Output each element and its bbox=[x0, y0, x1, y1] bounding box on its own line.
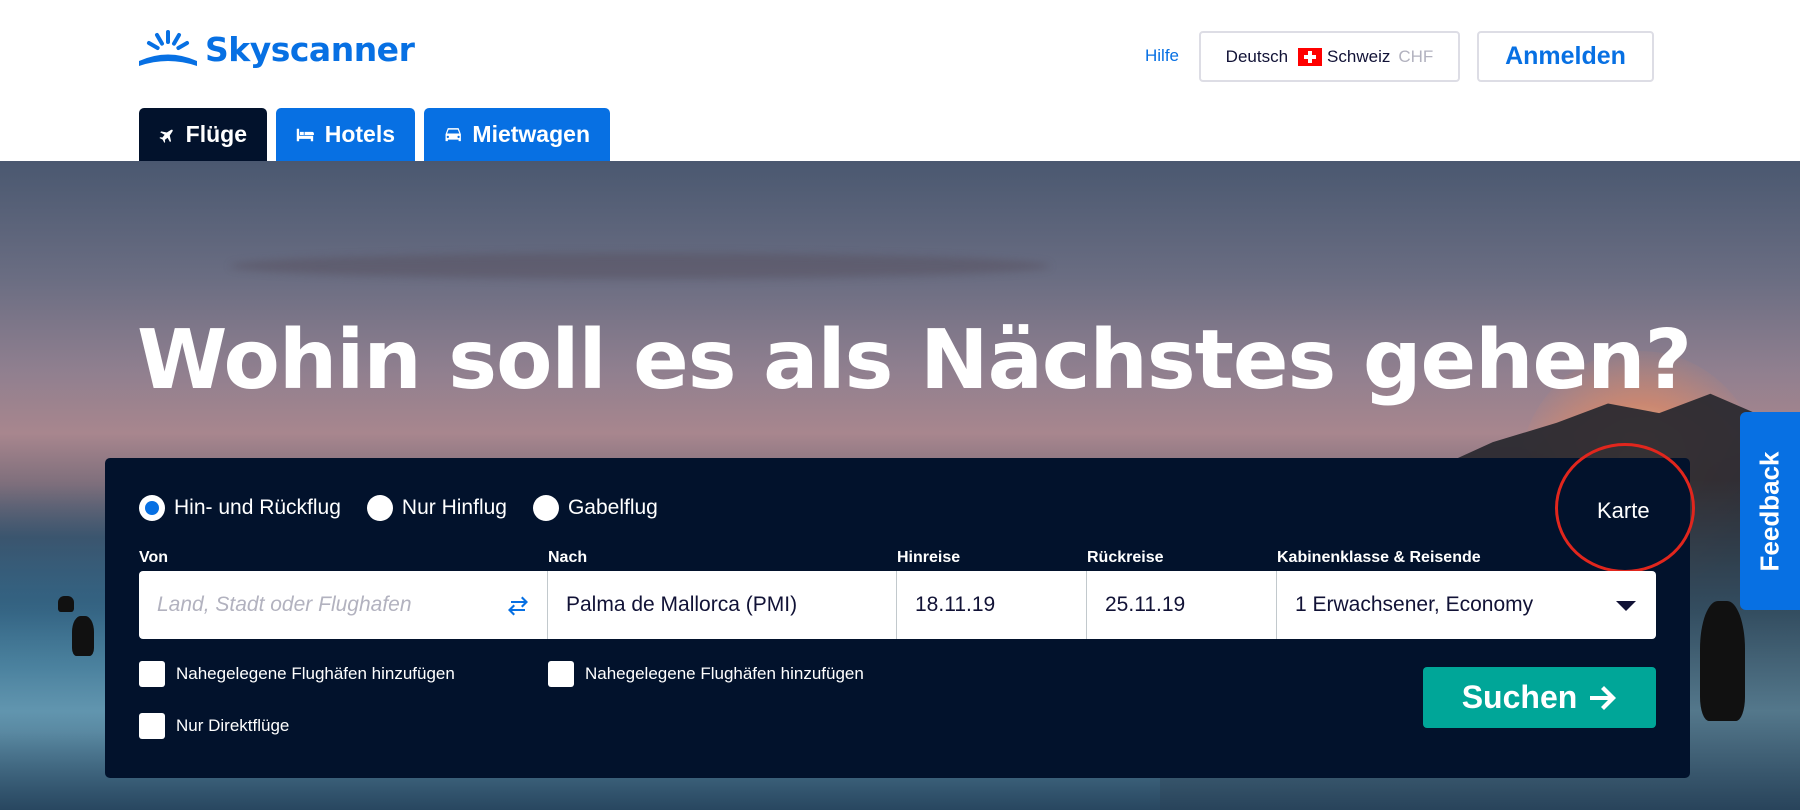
radio-button[interactable] bbox=[366, 495, 393, 521]
from-field[interactable] bbox=[139, 571, 548, 639]
depart-date-field[interactable]: 18.11.19 bbox=[897, 571, 1087, 639]
radio-return[interactable]: Hin- und Rückflug bbox=[139, 495, 341, 521]
return-date-value: 25.11.19 bbox=[1105, 593, 1186, 616]
radio-button[interactable] bbox=[532, 495, 559, 521]
radio-button-checked[interactable] bbox=[139, 495, 165, 521]
direct-flights-label: Nur Direktflüge bbox=[176, 716, 290, 735]
swiss-flag-icon bbox=[1298, 47, 1323, 66]
return-date-field[interactable]: 25.11.19 bbox=[1087, 571, 1277, 639]
help-link[interactable]: Hilfe bbox=[1145, 46, 1179, 66]
radio-multi-city[interactable]: Gabelflug bbox=[532, 495, 658, 521]
tab-flights-label: Flüge bbox=[185, 121, 247, 147]
nearby-to-airports-label: Nahegelegene Flughäfen hinzufügen bbox=[585, 664, 864, 683]
radio-return-label: Hin- und Rückflug bbox=[174, 496, 341, 519]
to-field-label: Nach bbox=[548, 549, 588, 566]
chevron-down-icon bbox=[1616, 601, 1636, 611]
checkbox[interactable] bbox=[139, 713, 165, 739]
tab-flights[interactable]: Flüge bbox=[139, 108, 267, 161]
site-header: Skyscanner Hilfe Deutsch Schweiz CHF Anm… bbox=[0, 0, 1800, 161]
trip-type-selector: Hin- und Rückflug Nur Hinflug Gabelflug bbox=[139, 495, 684, 521]
nearby-from-airports-option[interactable]: Nahegelegene Flughäfen hinzufügen bbox=[139, 661, 455, 687]
checkbox[interactable] bbox=[139, 661, 165, 687]
country-label: Schweiz bbox=[1327, 46, 1391, 66]
to-value: Palma de Mallorca (PMI) bbox=[566, 593, 798, 616]
feedback-button[interactable]: Feedback bbox=[1740, 412, 1800, 610]
radio-one-way-label: Nur Hinflug bbox=[401, 496, 507, 519]
feedback-label: Feedback bbox=[1754, 451, 1785, 571]
skyscanner-logo[interactable]: Skyscanner bbox=[137, 28, 415, 70]
tab-hotels-label: Hotels bbox=[324, 121, 395, 147]
arrow-right-icon bbox=[1590, 685, 1617, 710]
locale-selector-button[interactable]: Deutsch Schweiz CHF bbox=[1199, 31, 1460, 82]
depart-field-label: Hinreise bbox=[897, 549, 961, 566]
hero-headline: Wohin soll es als Nächstes gehen? bbox=[137, 313, 1692, 408]
cabin-travellers-value: 1 Erwachsener, Economy bbox=[1295, 593, 1534, 616]
to-field[interactable]: Palma de Mallorca (PMI) bbox=[548, 571, 897, 639]
hero-background-person bbox=[72, 616, 94, 656]
product-tabs: Flüge Hotels Mietwagen bbox=[139, 108, 619, 161]
search-button[interactable]: Suchen bbox=[1423, 667, 1656, 728]
flight-search-panel: Hin- und Rückflug Nur Hinflug Gabelflug … bbox=[105, 443, 1695, 778]
search-fields-bar: Palma de Mallorca (PMI) 18.11.19 25.11.1… bbox=[139, 571, 1656, 639]
radio-multi-city-label: Gabelflug bbox=[567, 496, 658, 519]
search-button-label: Suchen bbox=[1461, 679, 1578, 715]
sunrise-logo-icon bbox=[139, 30, 197, 66]
direct-flights-option[interactable]: Nur Direktflüge bbox=[139, 713, 289, 739]
map-link[interactable]: Karte bbox=[1597, 498, 1650, 524]
hero-background-person bbox=[1700, 601, 1745, 721]
from-field-label: Von bbox=[139, 549, 169, 566]
radio-one-way[interactable]: Nur Hinflug bbox=[366, 495, 507, 521]
car-icon bbox=[445, 127, 461, 141]
language-label: Deutsch bbox=[1225, 46, 1289, 66]
signin-button[interactable]: Anmelden bbox=[1477, 31, 1654, 82]
logo-text: Skyscanner bbox=[205, 29, 415, 69]
tab-car-hire-label: Mietwagen bbox=[472, 121, 590, 147]
hero-background-cloud bbox=[230, 253, 1050, 279]
hero-background-person bbox=[58, 596, 74, 612]
cabin-field-label: Kabinenklasse & Reisende bbox=[1277, 549, 1481, 566]
currency-label: CHF bbox=[1398, 46, 1434, 66]
nearby-to-airports-option[interactable]: Nahegelegene Flughäfen hinzufügen bbox=[548, 661, 864, 687]
tab-hotels[interactable]: Hotels bbox=[276, 108, 415, 161]
bed-icon bbox=[296, 128, 314, 141]
cabin-travellers-field[interactable]: 1 Erwachsener, Economy bbox=[1277, 571, 1656, 639]
plane-icon bbox=[159, 129, 173, 143]
swap-icon[interactable] bbox=[507, 596, 529, 616]
from-input[interactable] bbox=[157, 593, 477, 617]
tab-car-hire[interactable]: Mietwagen bbox=[424, 108, 610, 161]
depart-date-value: 18.11.19 bbox=[915, 593, 996, 616]
return-field-label: Rückreise bbox=[1087, 549, 1164, 566]
checkbox[interactable] bbox=[548, 661, 574, 687]
nearby-from-airports-label: Nahegelegene Flughäfen hinzufügen bbox=[176, 664, 455, 683]
